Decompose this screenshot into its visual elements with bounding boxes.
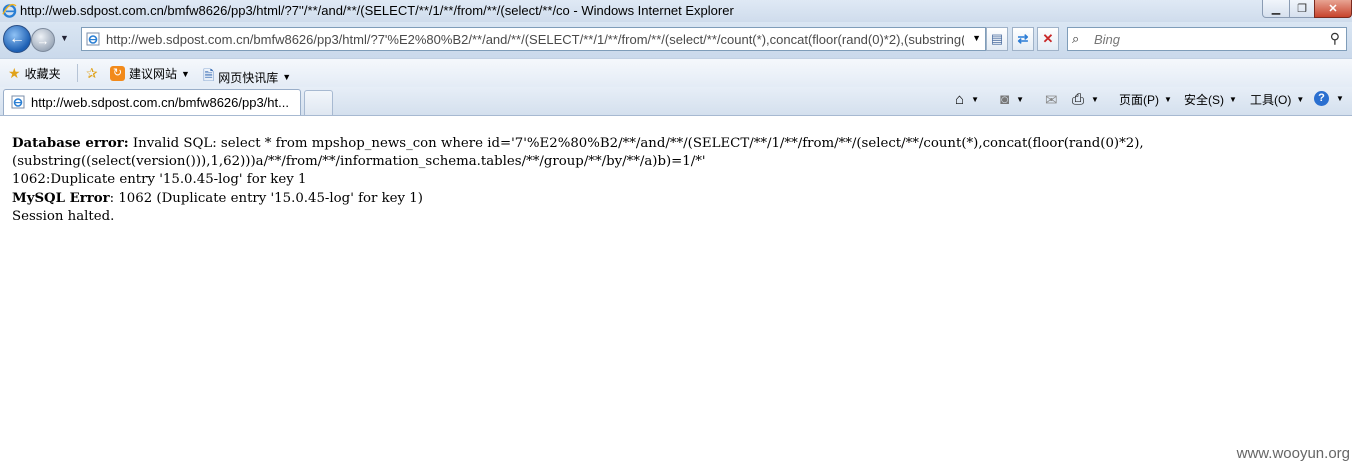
stop-button[interactable]: ✕	[1037, 27, 1059, 51]
chevron-down-icon: ▼	[1016, 95, 1024, 104]
printer-icon: ⎙	[1072, 91, 1085, 108]
favorite-label: 建议网站	[129, 67, 178, 81]
ie-logo-icon	[2, 3, 17, 18]
window-title: http://web.sdpost.com.cn/bmfw8626/pp3/ht…	[20, 3, 734, 18]
watermark: www.wooyun.org	[1236, 445, 1350, 462]
favorites-button[interactable]: ★ 收藏夹	[8, 65, 61, 82]
close-button[interactable]: ✕	[1314, 0, 1352, 18]
chevron-down-icon: ▼	[1164, 95, 1172, 104]
page-icon	[11, 95, 25, 109]
favorites-bar: ★ 收藏夹 ✰ ↻ 建议网站 ▼ 🗎 网页快讯库 ▼	[0, 58, 1352, 88]
recent-pages-dropdown[interactable]: ▼	[60, 33, 69, 43]
chevron-down-icon: ▼	[1091, 95, 1099, 104]
favorites-divider	[77, 64, 78, 82]
home-button[interactable]: ⌂ ▼	[955, 91, 979, 108]
tab-active[interactable]: http://web.sdpost.com.cn/bmfw8626/pp3/ht…	[3, 89, 301, 115]
close-icon: ✕	[1328, 3, 1338, 15]
database-error-line-1: Database error: Invalid SQL: select * fr…	[12, 135, 1342, 153]
search-placeholder[interactable]: Bing	[1094, 32, 1120, 47]
favorite-label: 网页快讯库	[218, 70, 279, 85]
duplicate-entry-line: 1062:Duplicate entry '15.0.45-log' for k…	[12, 172, 307, 188]
safety-menu-label: 安全(S)	[1184, 93, 1224, 107]
forward-button[interactable]: →	[31, 28, 55, 52]
back-arrow-icon: ←	[9, 30, 25, 47]
mysql-error-text: : 1062 (Duplicate entry '15.0.45-log' fo…	[109, 190, 423, 206]
mail-icon: ✉	[1045, 92, 1058, 109]
page-menu-label: 页面(P)	[1119, 93, 1159, 107]
minimize-icon: ▁	[1271, 3, 1281, 15]
tools-menu-label: 工具(O)	[1250, 93, 1292, 107]
add-to-favorites-bar-button[interactable]: ✰	[86, 65, 102, 82]
database-error-line-2: (substring((select(version())),1,62)))a/…	[12, 154, 706, 170]
new-tab-button[interactable]	[304, 90, 333, 115]
refresh-icon: ⇄	[1017, 31, 1029, 46]
mysql-error-line: MySQL Error: 1062 (Duplicate entry '15.0…	[12, 190, 1342, 208]
forward-arrow-icon: →	[36, 32, 50, 48]
session-halted-line: Session halted.	[12, 208, 115, 224]
favorite-suggested-sites[interactable]: ↻ 建议网站 ▼	[110, 65, 190, 82]
title-bar: http://web.sdpost.com.cn/bmfw8626/pp3/ht…	[0, 0, 1352, 22]
favorite-web-slice-gallery[interactable]: 🗎 网页快讯库 ▼	[203, 65, 291, 89]
chevron-down-icon: ▼	[971, 95, 979, 104]
address-url[interactable]: http://web.sdpost.com.cn/bmfw8626/pp3/ht…	[106, 32, 964, 47]
page-menu[interactable]: 页面(P) ▼	[1119, 91, 1172, 108]
maximize-icon: ❐	[1297, 3, 1307, 15]
compatibility-view-button[interactable]: ▤	[986, 27, 1008, 51]
tools-menu[interactable]: 工具(O) ▼	[1250, 91, 1304, 108]
add-favorite-icon: ✰	[86, 65, 98, 81]
mysql-error-label: MySQL Error	[12, 190, 110, 206]
tab-row: http://web.sdpost.com.cn/bmfw8626/pp3/ht…	[0, 87, 1352, 116]
favorites-label: 收藏夹	[24, 67, 61, 81]
maximize-button[interactable]: ❐	[1289, 0, 1315, 18]
page-content: Database error: Invalid SQL: select * fr…	[12, 135, 1342, 226]
chevron-down-icon: ▼	[1296, 95, 1305, 104]
navigation-bar: ← → ▼ http://web.sdpost.com.cn/bmfw8626/…	[0, 22, 1352, 58]
database-error-text: Invalid SQL: select * from mpshop_news_c…	[128, 136, 1144, 151]
chevron-down-icon: ▼	[181, 68, 190, 79]
suggested-sites-icon: ↻	[110, 66, 125, 81]
web-slice-icon: 🗎	[203, 67, 215, 83]
address-dropdown-icon[interactable]: ▼	[972, 33, 981, 43]
back-button[interactable]: ←	[3, 25, 31, 53]
chevron-down-icon: ▼	[1229, 95, 1237, 104]
minimize-button[interactable]: ▁	[1262, 0, 1290, 18]
feeds-button[interactable]: ◙ ▼	[1000, 91, 1024, 108]
search-icon[interactable]: ⚲	[1330, 30, 1340, 47]
refresh-button[interactable]: ⇄	[1012, 27, 1034, 51]
page-icon	[86, 32, 100, 46]
search-box[interactable]: ⌕ Bing ⚲	[1067, 27, 1347, 51]
rss-feed-icon: ◙	[1000, 91, 1010, 108]
chevron-down-icon: ▼	[1336, 94, 1344, 103]
read-mail-button[interactable]: ✉	[1045, 91, 1060, 109]
chevron-down-icon: ▼	[282, 72, 292, 82]
help-icon: ?	[1314, 91, 1329, 106]
stop-icon: ✕	[1042, 31, 1054, 46]
home-icon: ⌂	[955, 91, 965, 108]
search-provider-icon: ⌕	[1072, 31, 1080, 46]
print-button[interactable]: ⎙ ▼	[1072, 91, 1099, 108]
help-menu[interactable]: ? ▼	[1314, 91, 1344, 106]
safety-menu[interactable]: 安全(S) ▼	[1184, 91, 1237, 108]
database-error-label: Database error:	[12, 136, 129, 151]
tab-label: http://web.sdpost.com.cn/bmfw8626/pp3/ht…	[31, 95, 289, 110]
address-bar[interactable]: http://web.sdpost.com.cn/bmfw8626/pp3/ht…	[81, 27, 986, 51]
compatibility-view-icon: ▤	[990, 31, 1004, 46]
favorites-star-icon: ★	[8, 65, 21, 81]
